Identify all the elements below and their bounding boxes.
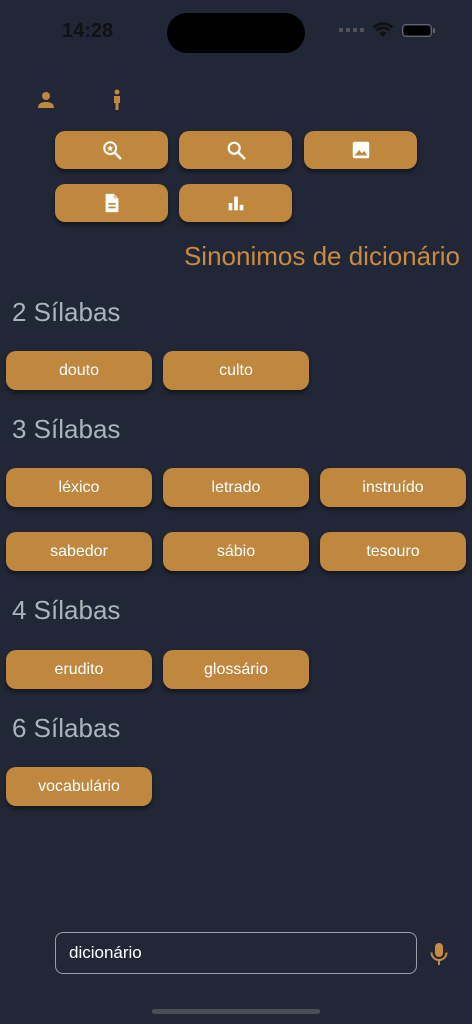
search-field[interactable] <box>55 932 417 974</box>
home-indicator <box>152 1009 320 1014</box>
standing-person-icon[interactable] <box>105 88 129 112</box>
word-chip[interactable]: tesouro <box>320 532 466 571</box>
status-time: 14:28 <box>62 20 114 42</box>
search-star-icon <box>102 141 121 160</box>
document-button[interactable] <box>55 184 168 222</box>
word-chip[interactable]: culto <box>163 351 309 390</box>
person-icon[interactable] <box>34 88 58 112</box>
document-icon <box>105 193 118 213</box>
image-button[interactable] <box>304 131 417 169</box>
search-button[interactable] <box>179 131 292 169</box>
dynamic-island <box>167 13 305 53</box>
search-star-button[interactable] <box>55 131 168 169</box>
section-title-4-syllables: 4 Sílabas <box>12 595 121 625</box>
word-chip[interactable]: instruído <box>320 468 466 507</box>
word-chip[interactable]: douto <box>6 351 152 390</box>
word-chip[interactable]: glossário <box>163 650 309 689</box>
word-chip[interactable]: léxico <box>6 468 152 507</box>
section-title-3-syllables: 3 Sílabas <box>12 414 121 444</box>
battery-icon <box>402 23 435 37</box>
section-title-2-syllables: 2 Sílabas <box>12 297 121 327</box>
results-heading: Sinonimos de dicionário <box>183 241 460 271</box>
word-chip[interactable]: erudito <box>6 650 152 689</box>
wifi-icon <box>372 22 394 37</box>
word-chip[interactable]: letrado <box>163 468 309 507</box>
image-icon <box>352 141 369 159</box>
search-input[interactable] <box>67 942 416 964</box>
moon-icon[interactable] <box>22 942 44 966</box>
statistics-button[interactable] <box>179 184 292 222</box>
section-title-6-syllables: 6 Sílabas <box>12 713 121 743</box>
search-icon <box>227 141 246 160</box>
word-chip[interactable]: sabedor <box>6 532 152 571</box>
word-chip[interactable]: vocabulário <box>6 767 152 806</box>
signal-icon <box>339 28 364 32</box>
microphone-icon[interactable] <box>428 941 450 967</box>
bar-chart-icon <box>228 196 243 211</box>
status-bar: 14:28 <box>0 0 472 60</box>
word-chip[interactable]: sábio <box>163 532 309 571</box>
status-icons <box>339 22 435 38</box>
